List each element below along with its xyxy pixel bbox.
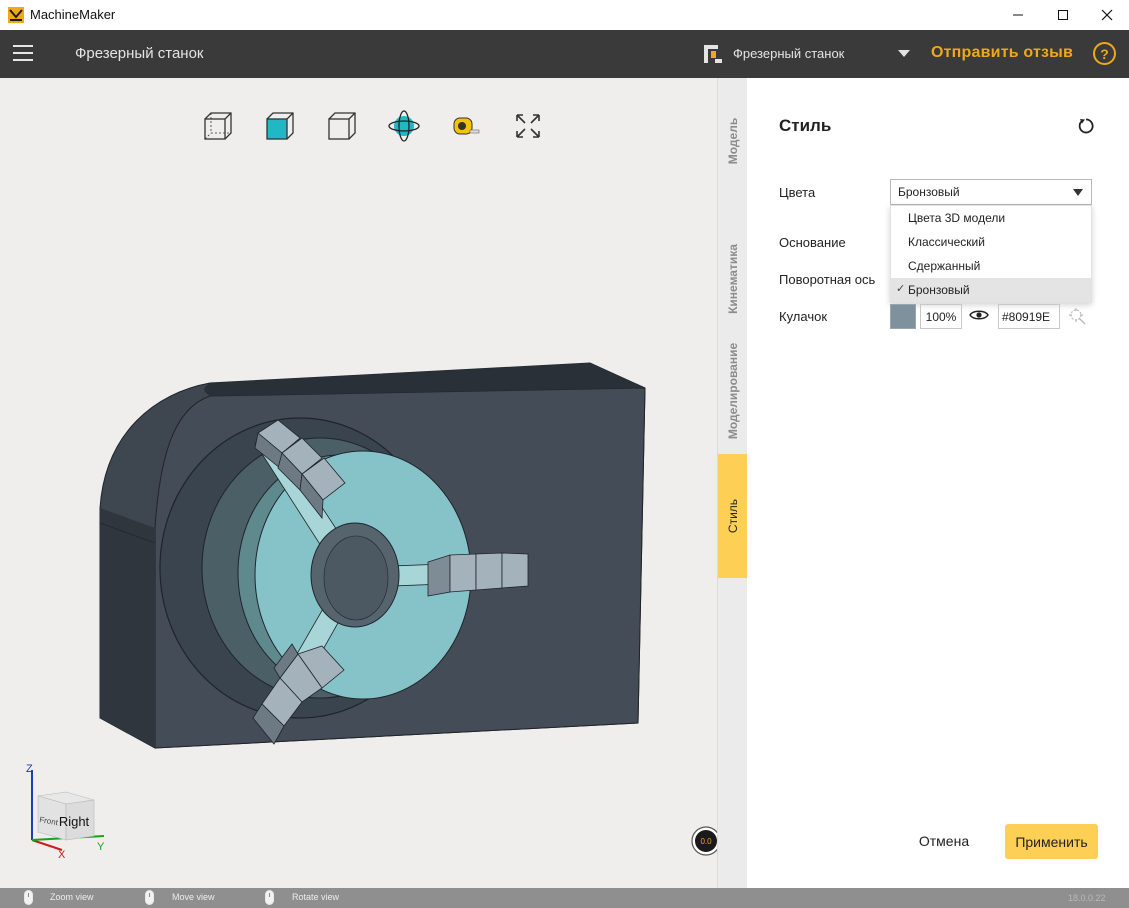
orbit-button[interactable] — [386, 108, 422, 144]
jaw-opacity-input[interactable]: 100% — [920, 304, 962, 329]
window-titlebar: MachineMaker — [0, 0, 1129, 30]
orbit-icon — [388, 110, 420, 142]
move-hint: Move view — [172, 892, 215, 902]
caret-down-icon — [1073, 189, 1083, 196]
navigation-cube[interactable]: Right Front Z X Y — [26, 762, 110, 858]
color-picker-icon[interactable] — [1067, 306, 1087, 326]
3d-viewport[interactable]: Right Front Z X Y 0.0 — [0, 78, 721, 888]
close-icon — [1101, 9, 1113, 21]
outline-view-button[interactable] — [324, 108, 360, 144]
zoom-hint: Zoom view — [50, 892, 94, 902]
send-feedback-link[interactable]: Отправить отзыв — [931, 44, 1073, 62]
dropdown-option-bronze[interactable]: ✓ Бронзовый — [891, 278, 1091, 302]
jaw-hex-input[interactable]: #80919E — [998, 304, 1060, 329]
colors-select-value: Бронзовый — [898, 185, 960, 199]
hamburger-menu-icon[interactable] — [13, 45, 33, 61]
cancel-button[interactable]: Отмена — [911, 826, 977, 856]
jaw-label: Кулачок — [779, 309, 828, 324]
mouse-icon — [265, 890, 274, 905]
chevron-down-icon[interactable] — [898, 50, 910, 57]
mouse-icon — [24, 890, 33, 905]
close-button[interactable] — [1084, 0, 1129, 30]
fit-view-icon — [516, 114, 540, 138]
speed-value: 0.0 — [700, 837, 712, 846]
style-panel: Стиль Цвета Бронзовый Цвета 3D модели Кл… — [747, 78, 1129, 888]
tape-measure-icon — [453, 117, 480, 135]
maximize-icon — [1058, 10, 1068, 20]
colors-label: Цвета — [779, 185, 816, 200]
view-cube-wireframe-icon — [204, 112, 232, 140]
colors-dropdown: Цвета 3D модели Классический Сдержанный … — [890, 205, 1092, 303]
milling-machine-icon — [704, 45, 722, 63]
wireframe-view-button[interactable] — [200, 108, 236, 144]
status-bar: Zoom view Move view Rotate view 18.0.0.2… — [0, 888, 1129, 908]
tab-model[interactable]: Модель — [718, 78, 748, 204]
eye-icon[interactable] — [969, 308, 989, 322]
reset-icon[interactable] — [1077, 117, 1095, 135]
maximize-button[interactable] — [1040, 0, 1086, 30]
y-axis-label: Y — [97, 841, 105, 853]
view-toolbar — [200, 108, 572, 144]
tab-simulation[interactable]: Моделирование — [718, 328, 748, 454]
measure-button[interactable] — [448, 108, 484, 144]
navcube-right-face[interactable]: Right — [59, 814, 90, 829]
minimize-button[interactable] — [995, 0, 1041, 30]
colors-select[interactable]: Бронзовый — [890, 179, 1092, 205]
jaw-color-swatch[interactable] — [890, 304, 916, 329]
machine-selector[interactable]: Фрезерный станок — [733, 46, 844, 61]
tab-style[interactable]: Стиль — [718, 454, 748, 578]
rotate-hint: Rotate view — [292, 892, 340, 902]
app-header: Фрезерный станок Фрезерный станок Отправ… — [0, 30, 1129, 78]
machine-model[interactable] — [90, 278, 660, 758]
view-cube-solid-icon — [266, 112, 294, 140]
view-cube-outline-icon — [328, 112, 356, 140]
apply-button[interactable]: Применить — [1005, 824, 1098, 859]
dropdown-option-classic[interactable]: Классический — [891, 230, 1091, 254]
checkmark-icon: ✓ — [896, 283, 906, 295]
z-axis-label: Z — [26, 763, 33, 775]
dropdown-option-muted[interactable]: Сдержанный — [891, 254, 1091, 278]
vertical-tab-bar: Модель Кинематика Моделирование Стиль — [717, 78, 748, 888]
page-title: Фрезерный станок — [75, 45, 204, 62]
shaded-view-button[interactable] — [262, 108, 298, 144]
window-title: MachineMaker — [30, 7, 116, 22]
panel-title: Стиль — [779, 116, 832, 135]
help-icon: ? — [1100, 45, 1109, 62]
help-button[interactable]: ? — [1093, 42, 1116, 65]
x-axis-label: X — [58, 849, 66, 858]
mouse-icon — [145, 890, 154, 905]
minimize-icon — [1013, 14, 1023, 16]
fit-view-button[interactable] — [510, 108, 546, 144]
version-label: 18.0.0.22 — [1068, 893, 1106, 903]
base-label: Основание — [779, 235, 846, 250]
machinemaker-logo-icon — [8, 7, 24, 23]
rotary-axis-label: Поворотная ось — [779, 272, 876, 287]
dropdown-option-3d-model[interactable]: Цвета 3D модели — [891, 206, 1091, 230]
